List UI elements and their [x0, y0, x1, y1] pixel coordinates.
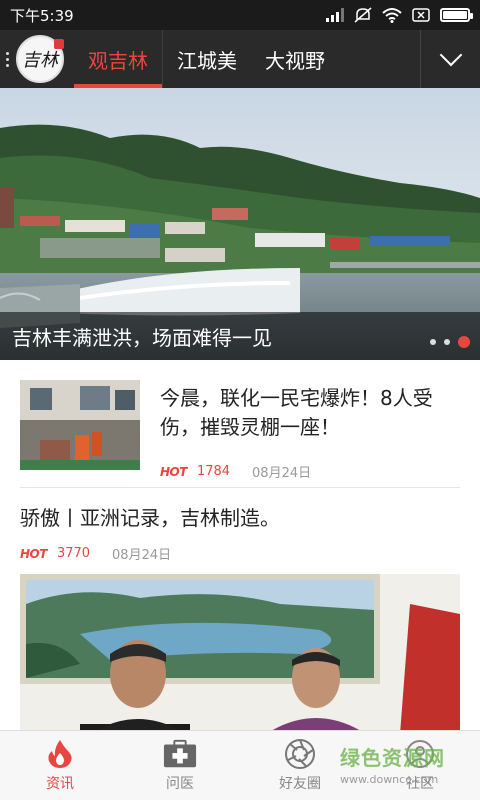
status-bar: 下午5:39 [0, 0, 480, 30]
watermark-text: 绿色资源网 [340, 746, 445, 770]
hero-caption-bar: 吉林丰满泄洪，场面难得一见 [0, 312, 480, 360]
more-channels-button[interactable] [420, 30, 480, 88]
news-thumbnail [20, 380, 140, 470]
news-title[interactable]: 骄傲丨亚洲记录，吉林制造。 [20, 502, 280, 531]
hot-badge: HOT [20, 546, 47, 561]
tab-label: 江城美 [177, 48, 237, 73]
nav-zixun[interactable]: 资讯 [0, 731, 120, 800]
pager-dot[interactable] [444, 339, 450, 345]
top-nav: 吉林 观吉林 江城美 大视野 [0, 30, 480, 88]
pager-dot[interactable] [430, 339, 436, 345]
hot-count: 3770 [56, 546, 91, 561]
hero-caption: 吉林丰满泄洪，场面难得一见 [12, 325, 272, 350]
carousel-pager [430, 336, 470, 348]
news-title: 今晨，联化一民宅爆炸！8人受伤，摧毁灵棚一座！ [160, 386, 433, 439]
status-icons [326, 7, 473, 23]
battery-icon [440, 8, 473, 22]
app-logo[interactable]: 吉林 [16, 35, 64, 83]
hot-count: 1784 [196, 464, 231, 479]
tab-label: 大视野 [265, 48, 325, 73]
tab-label: 观吉林 [88, 48, 148, 73]
watermark-url: www.downcc.com [340, 773, 439, 786]
sim-error-icon [412, 8, 430, 22]
channel-tabs: 观吉林 江城美 大视野 [74, 30, 420, 88]
news-meta: HOT 1784 08月24日 [160, 462, 311, 481]
logo-badge [54, 39, 64, 49]
status-time: 下午5:39 [10, 6, 74, 25]
chevron-down-icon [439, 43, 462, 67]
nav-label: 好友圈 [279, 775, 321, 792]
news-date: 08月24日 [112, 548, 172, 563]
nav-label: 资讯 [46, 775, 74, 792]
news-date: 08月24日 [252, 466, 312, 481]
flame-icon [43, 739, 77, 769]
watermark: 绿色资源网 www.downcc.com [340, 742, 470, 796]
signal-icon [326, 8, 344, 22]
wifi-icon [382, 8, 402, 23]
news-meta: HOT 3770 08月24日 [20, 544, 171, 563]
nav-label: 问医 [166, 775, 194, 792]
medical-kit-icon [163, 739, 197, 769]
hot-badge: HOT [160, 464, 187, 479]
tab-da-shiye[interactable]: 大视野 [251, 30, 339, 88]
news-feed: 今晨，联化一民宅爆炸！8人受伤，摧毁灵棚一座！ HOT 1784 08月24日 … [0, 360, 480, 730]
drag-handle-icon[interactable] [0, 30, 14, 88]
pager-dot-active[interactable] [458, 336, 470, 348]
tab-jiangcheng-mei[interactable]: 江城美 [163, 30, 251, 88]
logo-text: 吉林 [22, 50, 58, 71]
camera-lens-icon [283, 738, 317, 769]
nav-wenyi[interactable]: 问医 [120, 731, 240, 800]
tab-guan-jilin[interactable]: 观吉林 [74, 30, 162, 88]
hero-banner[interactable]: 吉林丰满泄洪，场面难得一见 [0, 88, 480, 360]
mute-icon [354, 7, 372, 23]
list-item[interactable]: 今晨，联化一民宅爆炸！8人受伤，摧毁灵棚一座！ HOT 1784 08月24日 [20, 380, 460, 488]
news-photo[interactable] [20, 574, 460, 730]
